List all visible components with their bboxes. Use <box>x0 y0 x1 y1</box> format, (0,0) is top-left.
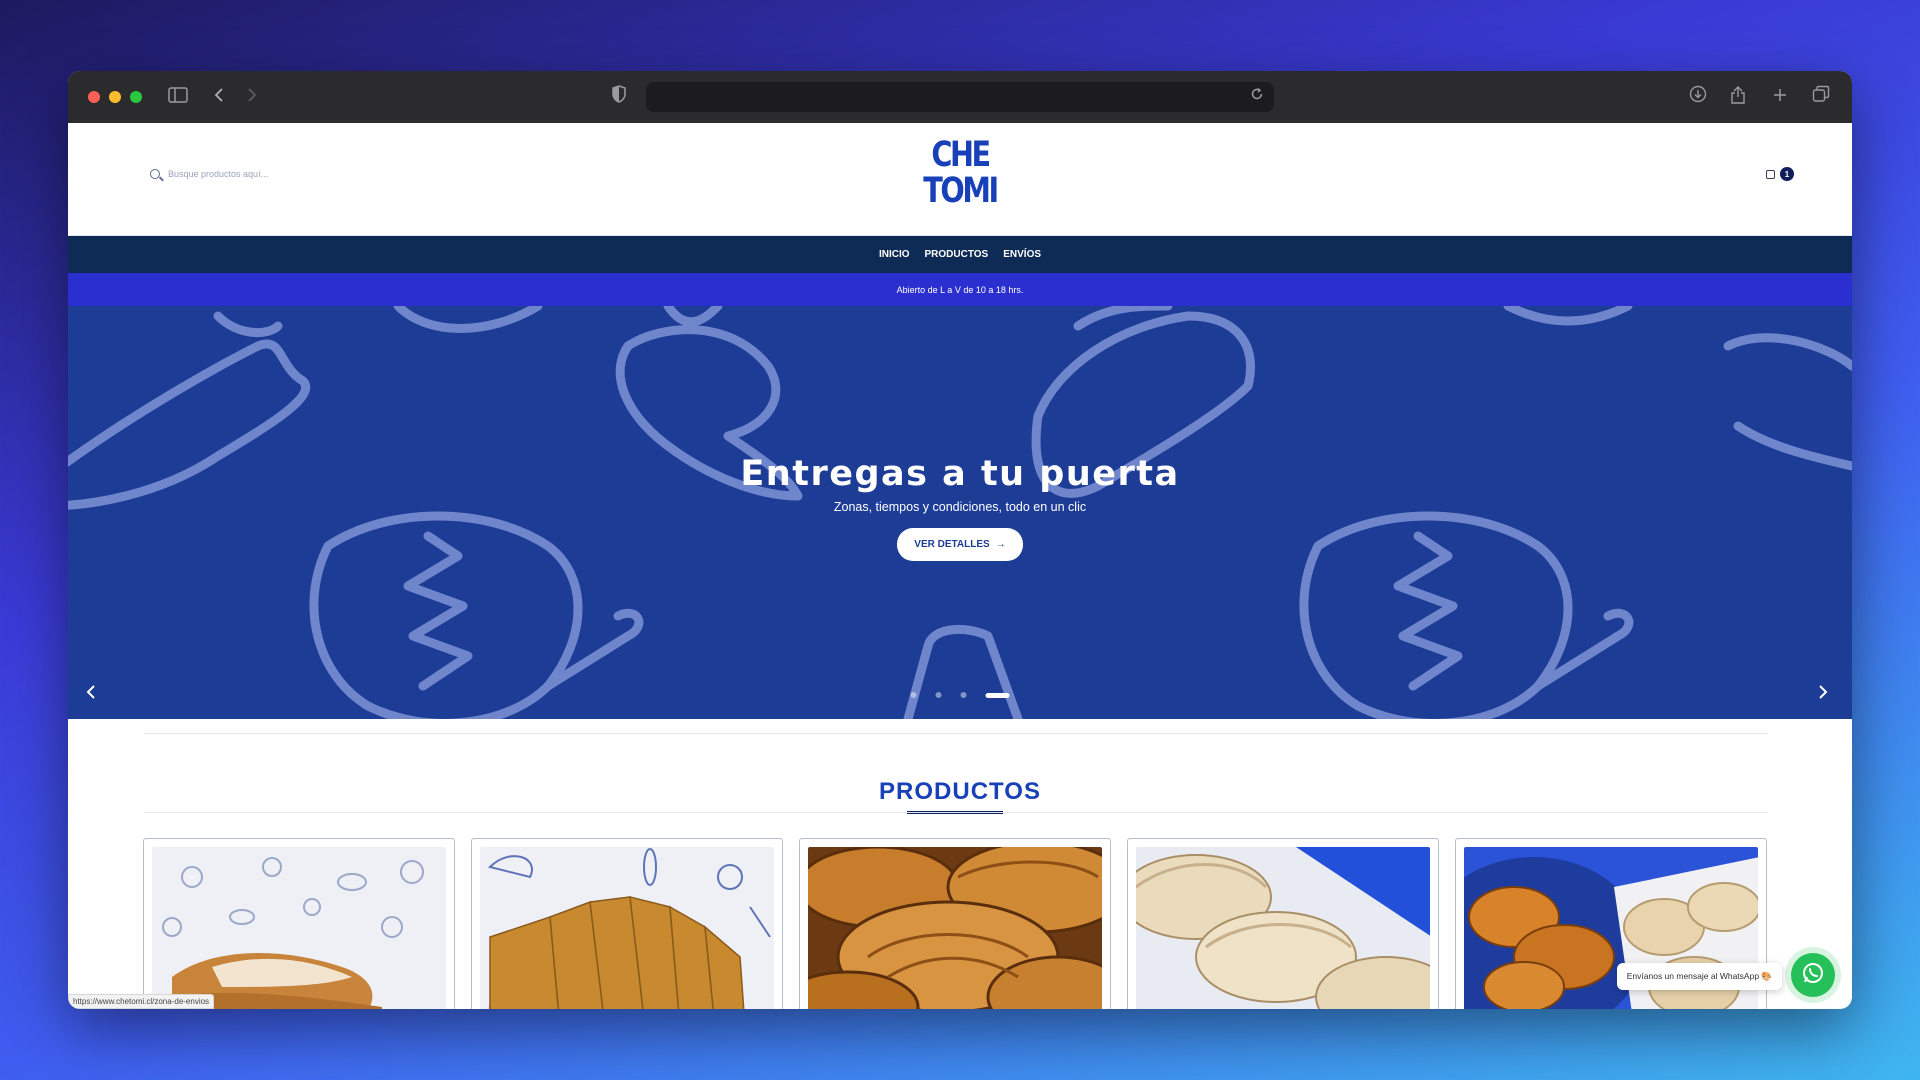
products-title: PRODUCTOS <box>879 778 1041 805</box>
arrow-right-icon: → <box>995 539 1006 550</box>
maximize-window-button[interactable] <box>130 91 142 103</box>
download-icon[interactable] <box>1689 85 1707 109</box>
products-grid <box>143 838 1767 1009</box>
main-nav: INICIO PRODUCTOS ENVÍOS <box>68 236 1852 273</box>
browser-toolbar <box>68 71 1852 123</box>
browser-window: CHE TOMI 1 INICIO PRODUCTOS ENVÍOS Abier… <box>68 71 1852 1009</box>
site-logo[interactable]: CHE TOMI <box>923 135 999 211</box>
whatsapp-tooltip[interactable]: Envíanos un mensaje al WhatsApp 🎨 <box>1616 963 1782 990</box>
sidebar-icon[interactable] <box>168 85 188 109</box>
slider-next-arrow[interactable] <box>1818 684 1828 705</box>
hero-content: Entregas a tu puerta Zonas, tiempos y co… <box>68 454 1852 561</box>
hero-title: Entregas a tu puerta <box>740 454 1180 494</box>
new-tab-icon[interactable] <box>1772 85 1788 109</box>
tabs-icon[interactable] <box>1812 85 1830 109</box>
product-image <box>808 847 1102 1009</box>
nav-envios[interactable]: ENVÍOS <box>1003 249 1041 260</box>
product-image <box>1136 847 1430 1009</box>
product-card[interactable] <box>1127 838 1439 1009</box>
slider-dot-4[interactable] <box>985 692 1010 698</box>
hero-subtitle: Zonas, tiempos y condiciones, todo en un… <box>833 500 1087 514</box>
products-divider <box>144 812 1768 813</box>
whatsapp-tooltip-text: Envíanos un mensaje al WhatsApp 🎨 <box>1626 971 1772 981</box>
slider-prev-arrow[interactable] <box>86 684 96 705</box>
whatsapp-button[interactable] <box>1791 953 1835 997</box>
status-bar-url: https://www.chetomi.cl/zona-de-envios <box>68 994 215 1009</box>
slider-dot-3[interactable] <box>960 692 967 698</box>
search-icon[interactable] <box>150 169 160 179</box>
ver-detalles-label: VER DETALLES <box>914 539 990 550</box>
section-divider <box>144 733 1768 734</box>
forward-icon[interactable] <box>246 85 258 109</box>
whatsapp-icon <box>1801 961 1825 990</box>
product-card[interactable] <box>143 838 455 1009</box>
hero-slider: Entregas a tu puerta Zonas, tiempos y co… <box>68 306 1852 719</box>
ver-detalles-button[interactable]: VER DETALLES → <box>897 528 1023 561</box>
site-header: CHE TOMI 1 <box>68 123 1852 236</box>
search-input[interactable] <box>168 169 328 179</box>
back-icon[interactable] <box>213 85 225 109</box>
minimize-window-button[interactable] <box>109 91 121 103</box>
product-card[interactable] <box>471 838 783 1009</box>
announcement-text: Abierto de L a V de 10 a 18 hrs. <box>896 284 1024 295</box>
slider-dot-1[interactable] <box>910 692 917 698</box>
nav-inicio[interactable]: INICIO <box>879 249 910 260</box>
slider-dot-2[interactable] <box>935 692 942 698</box>
cart-icon <box>1766 170 1775 179</box>
logo-line-1: CHE <box>931 135 991 175</box>
search-bar[interactable] <box>150 169 328 179</box>
close-window-button[interactable] <box>88 91 100 103</box>
slider-dots <box>910 692 1010 698</box>
product-image <box>152 847 446 1009</box>
product-card[interactable] <box>799 838 1111 1009</box>
cart-count-badge: 1 <box>1780 167 1794 181</box>
product-image <box>480 847 774 1009</box>
announcement-bar: Abierto de L a V de 10 a 18 hrs. <box>68 273 1852 306</box>
window-controls <box>88 91 142 103</box>
nav-productos[interactable]: PRODUCTOS <box>925 249 989 260</box>
address-bar[interactable] <box>646 82 1274 112</box>
shield-icon[interactable] <box>611 85 627 109</box>
reload-icon[interactable] <box>1250 87 1264 105</box>
share-icon[interactable] <box>1730 85 1746 111</box>
logo-line-2: TOMI <box>923 171 999 211</box>
